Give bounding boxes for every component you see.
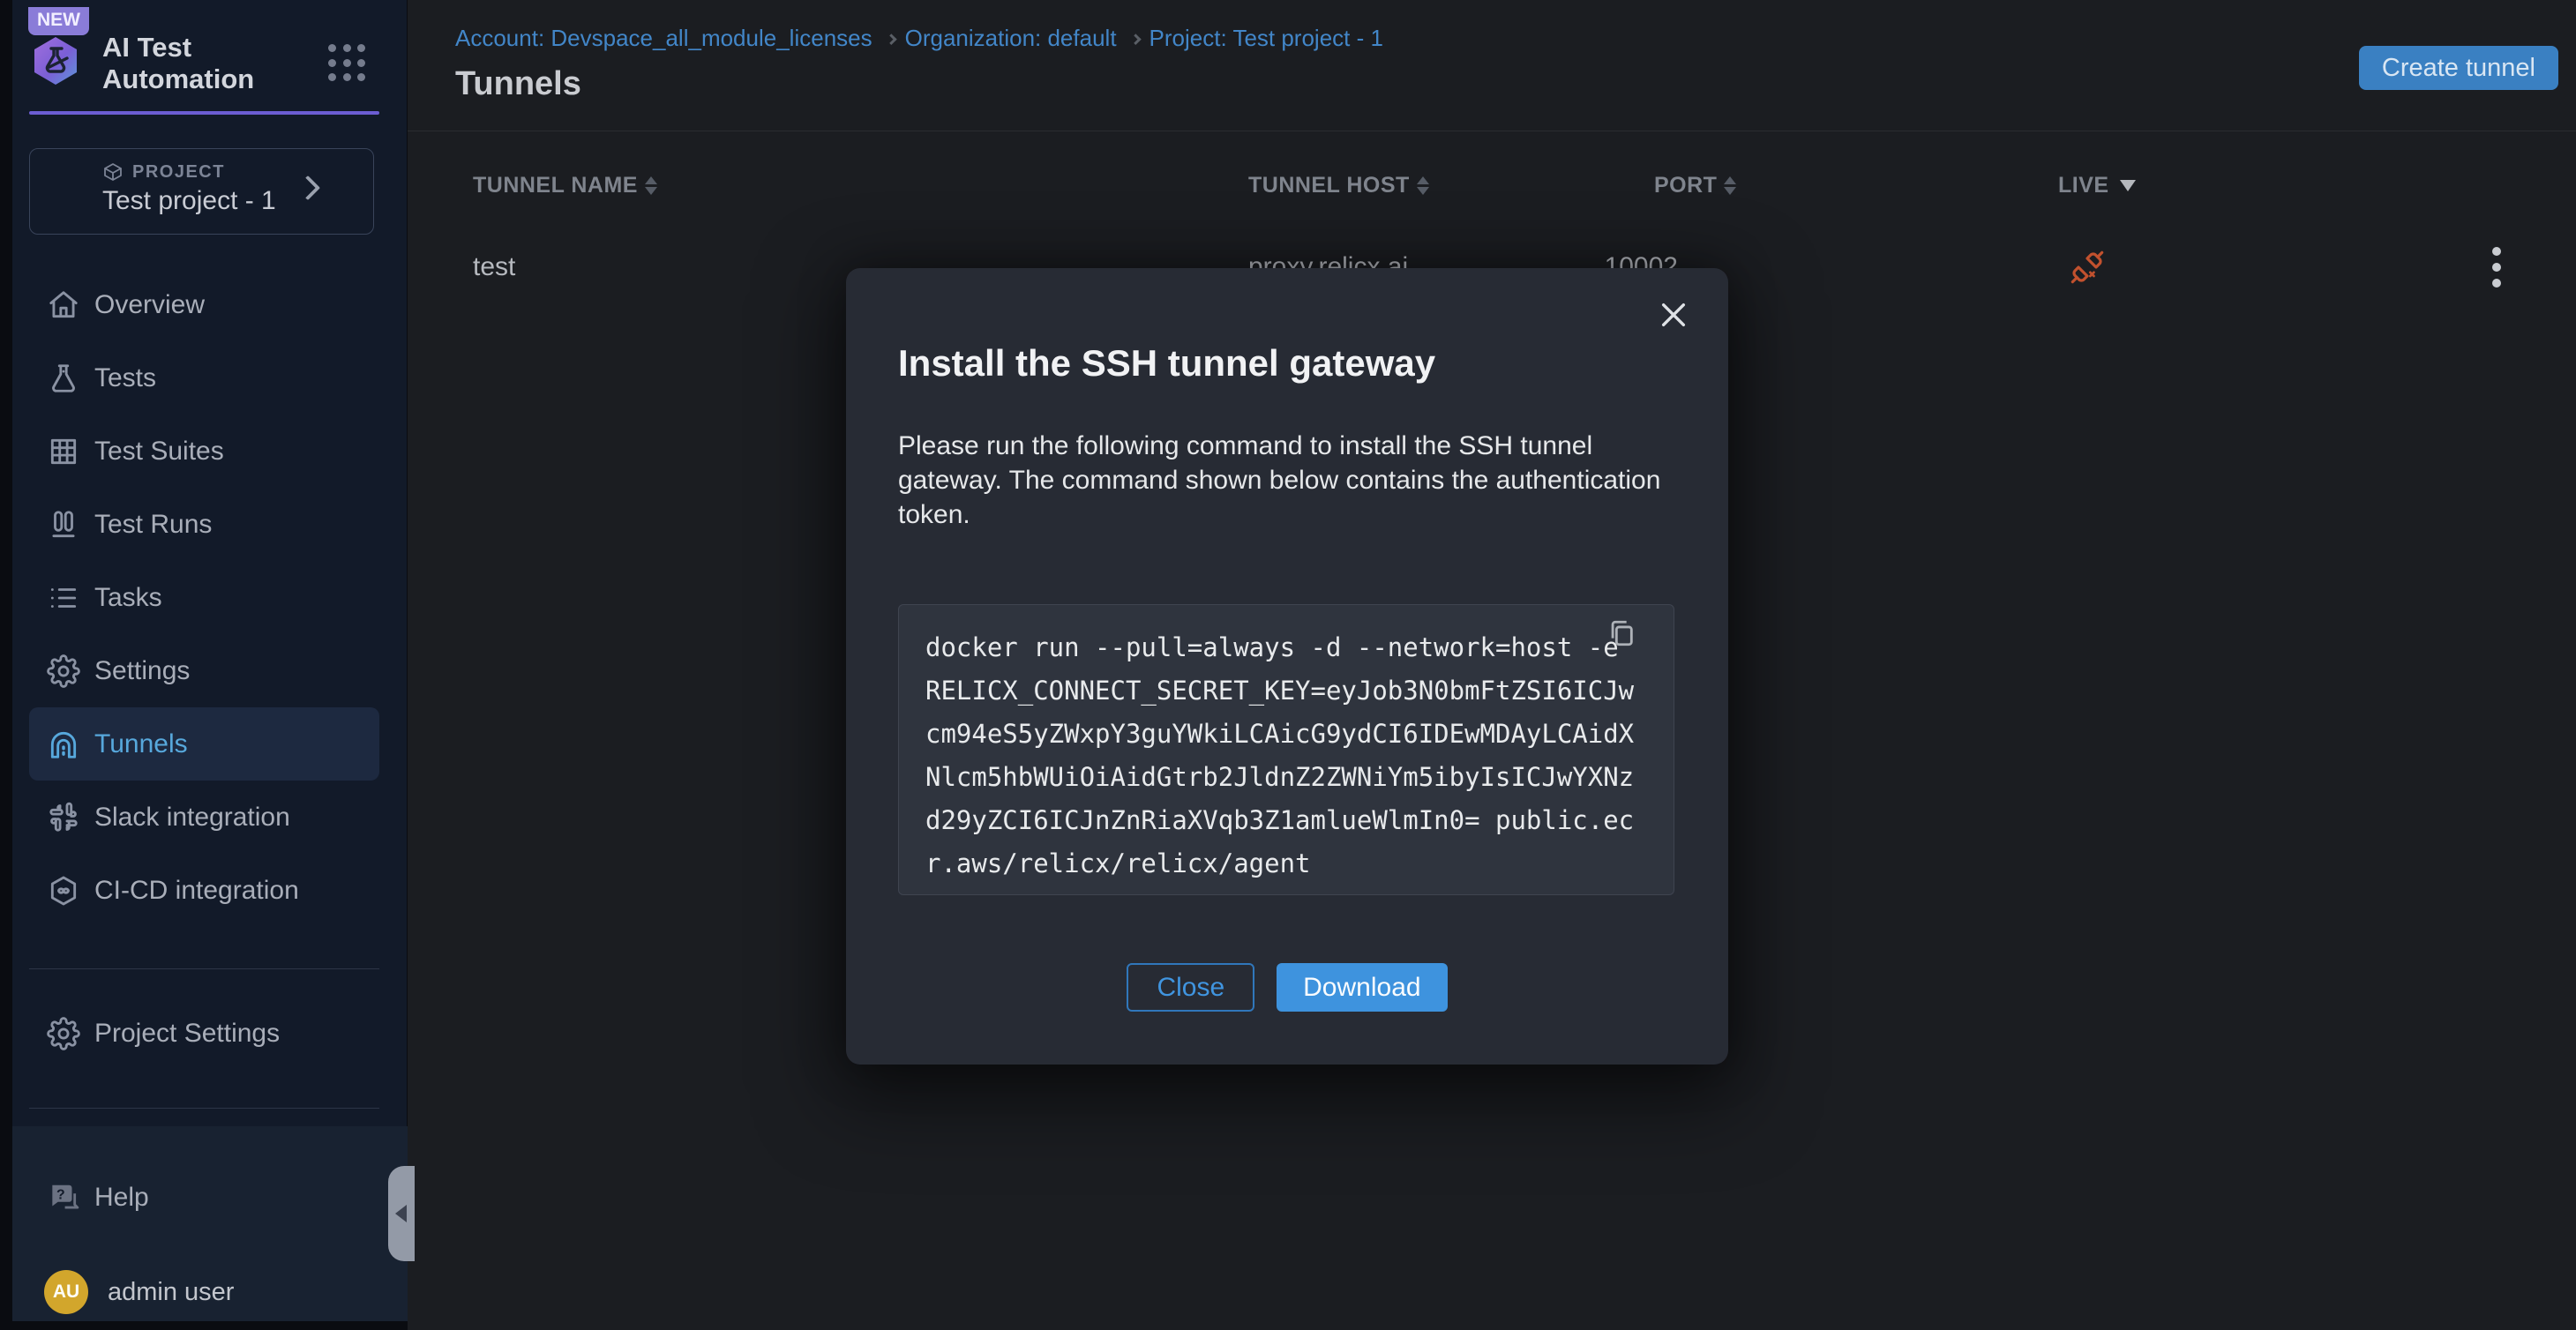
command-code-block: docker run --pull=always -d --network=ho… [898,604,1674,895]
brand-accent-underline [29,111,379,115]
avatar: AU [44,1270,88,1314]
column-header-tunnel-host[interactable]: TUNNEL HOST [1248,147,1429,223]
secondary-menu: Project Settings [29,997,379,1070]
project-value: Test project - 1 [102,186,276,216]
sidebar-item-project-settings[interactable]: Project Settings [29,997,379,1070]
grid-dots-icon[interactable] [328,44,367,83]
modal-title: Install the SSH tunnel gateway [898,342,1435,385]
sidebar-item-slack-integration[interactable]: Slack integration [29,781,379,854]
breadcrumb-account-link[interactable]: Account: Devspace_all_module_licenses [455,25,872,51]
column-header-tunnel-name[interactable]: TUNNEL NAME [473,147,657,223]
sidebar-item-tasks[interactable]: Tasks [29,561,379,634]
install-ssh-tunnel-gateway-modal: Install the SSH tunnel gateway Please ru… [846,268,1728,1065]
tunnel-icon [47,728,80,761]
download-button[interactable]: Download [1277,963,1447,1012]
user-menu[interactable]: AU admin user [44,1270,234,1314]
column-header-port[interactable]: PORT [1654,147,1736,223]
chevron-right-icon [1130,34,1142,45]
main-content: Account: Devspace_all_module_licenses Org… [408,0,2576,1330]
sort-desc-icon [2120,180,2136,191]
sidebar-item-tests[interactable]: Tests [29,341,379,415]
docker-command: docker run --pull=always -d --network=ho… [925,626,1634,885]
brand-name: AI Test Automation [102,32,254,95]
gear-icon [47,1017,80,1050]
sidebar-item-cicd-integration[interactable]: CI-CD integration [29,854,379,927]
gear-icon [47,654,80,688]
package-icon [102,161,124,183]
sidebar-item-overview[interactable]: Overview [29,268,379,341]
close-x-icon[interactable] [1654,296,1693,335]
sidebar-item-settings[interactable]: Settings [29,634,379,707]
sidebar-divider [29,1108,379,1109]
live-status-disconnected-icon [2070,223,2105,311]
sort-icon [1417,176,1429,195]
sidebar-menu: Overview Tests Test Suites Test Runs [29,268,379,927]
row-actions-kebab-menu[interactable] [2472,243,2521,292]
sidebar-item-help[interactable]: ? Help [29,1161,379,1234]
help-chat-icon: ? [47,1181,80,1214]
sidebar-divider [29,968,379,969]
home-icon [47,288,80,322]
test-runs-icon [47,508,80,542]
modal-actions: Close Download [846,963,1728,1012]
project-selector[interactable]: PROJECT Test project - 1 [29,148,374,235]
brand: AI Test Automation [30,32,392,93]
breadcrumb: Account: Devspace_all_module_licenses Org… [455,25,1383,52]
sidebar: NEW AI Test Automation [12,0,408,1321]
chevron-right-icon [886,34,897,45]
sidebar-item-tunnels[interactable]: Tunnels [29,707,379,781]
create-tunnel-button[interactable]: Create tunnel [2359,46,2558,90]
sidebar-collapse-handle[interactable] [388,1166,415,1261]
cell-tunnel-name: test [473,223,515,311]
table-grid-icon [47,435,80,468]
breadcrumb-organization-link[interactable]: Organization: default [905,25,1117,51]
sidebar-item-test-runs[interactable]: Test Runs [29,488,379,561]
page-title: Tunnels [455,65,581,103]
sidebar-item-test-suites[interactable]: Test Suites [29,415,379,488]
user-name: admin user [108,1278,234,1307]
copy-icon[interactable] [1605,617,1638,651]
svg-text:?: ? [56,1187,65,1202]
flask-icon [47,362,80,395]
app-logo-icon [30,35,81,86]
window-edge [0,0,12,1330]
breadcrumb-project-link[interactable]: Project: Test project - 1 [1149,25,1383,51]
list-icon [47,581,80,615]
table-header: TUNNEL NAME TUNNEL HOST PORT LIVE [408,147,2576,223]
app-window: NEW AI Test Automation [0,0,2576,1330]
sort-icon [645,176,657,195]
sort-icon [1724,176,1736,195]
modal-description: Please run the following command to inst… [898,429,1667,532]
cicd-hexagon-icon [47,874,80,908]
footer-menu: ? Help [29,1161,379,1234]
column-header-live[interactable]: LIVE [2058,147,2136,223]
chevron-right-icon [296,176,320,200]
close-button[interactable]: Close [1127,963,1254,1012]
project-label: PROJECT [132,162,225,183]
slack-icon [47,801,80,834]
